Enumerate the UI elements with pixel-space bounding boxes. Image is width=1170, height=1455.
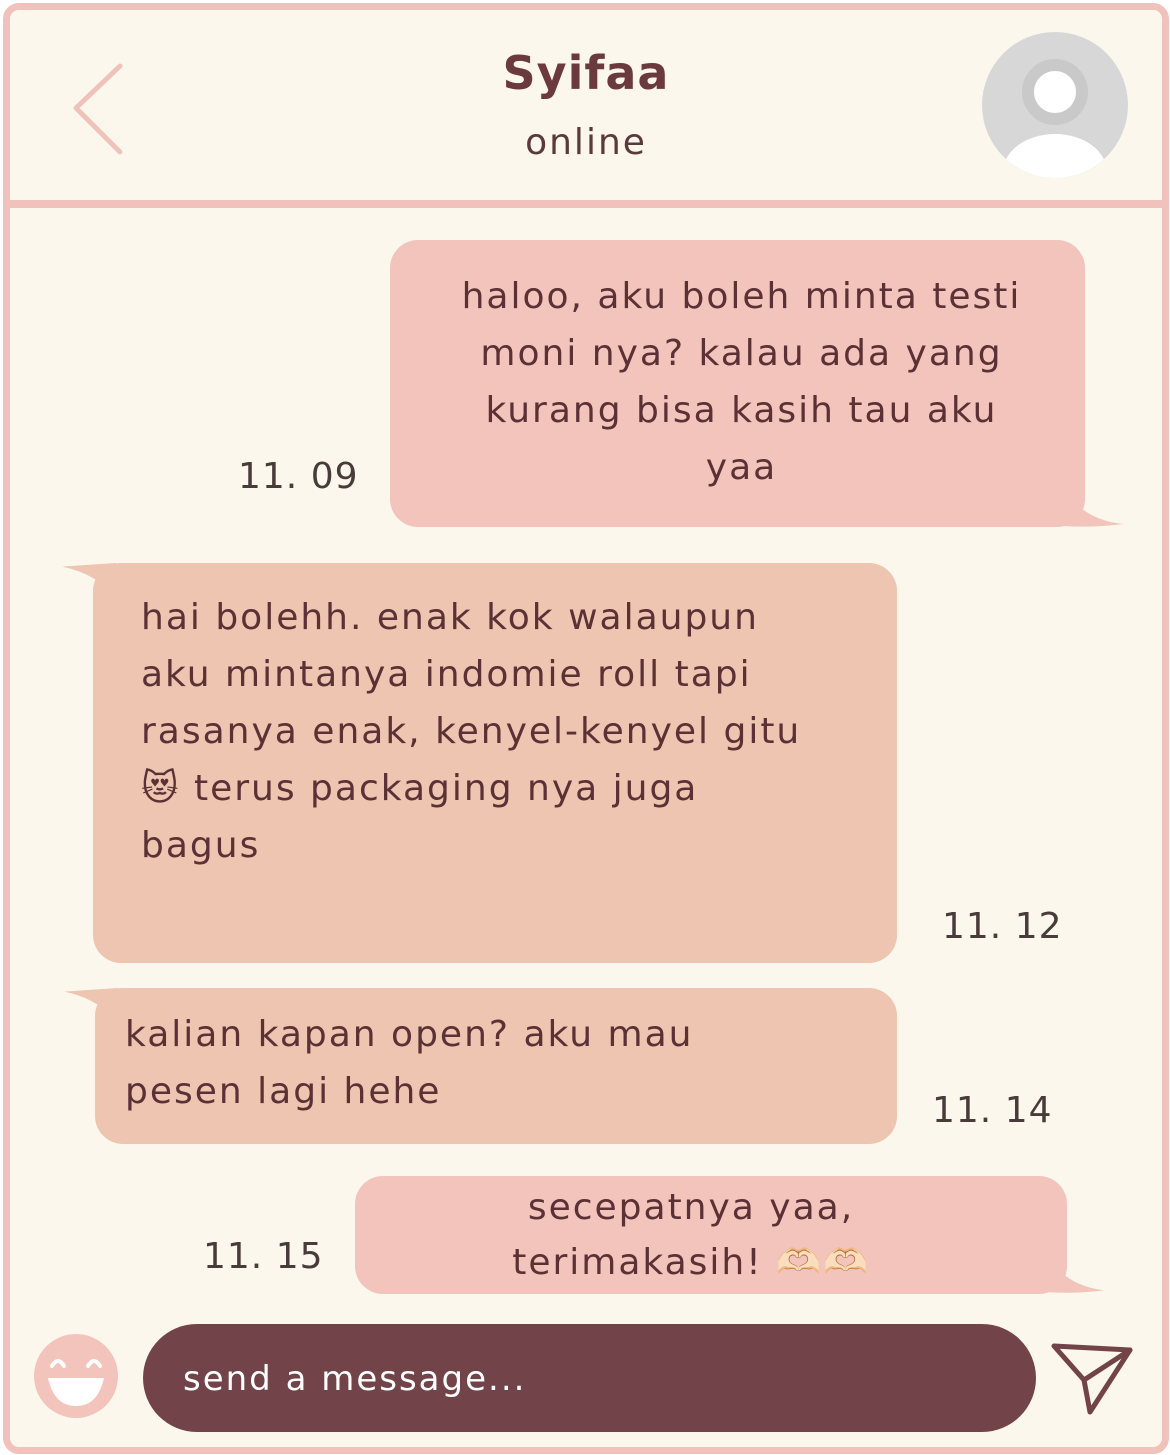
bubble-tail [1047,1256,1105,1293]
message-bubble-incoming[interactable]: hai bolehh. enak kok walaupun aku mintan… [93,563,897,963]
message-text: haloo, aku boleh minta testi moni nya? k… [461,276,1022,488]
message-time: 11. 12 [942,906,1063,947]
bubble-tail [64,988,118,1024]
message-text: kalian kapan open? aku mau pesen lagi he… [125,1014,694,1112]
send-icon[interactable] [1050,1340,1134,1416]
message-composer [143,1324,1036,1432]
message-input[interactable] [181,1352,985,1406]
chat-window: Syifaa online 11. 09 haloo, aku boleh mi… [3,3,1169,1454]
message-time: 11. 14 [932,1090,1053,1131]
message-time: 11. 15 [203,1236,324,1277]
smiley-icon[interactable] [32,1332,120,1420]
avatar-placeholder-icon[interactable] [982,32,1128,178]
bubble-tail [1063,488,1123,527]
message-bubble-outgoing[interactable]: secepatnya yaa, terimakasih! 🫶🏻🫶🏻 [355,1176,1067,1294]
message-text: hai bolehh. enak kok walaupun aku mintan… [141,597,802,866]
message-time: 11. 09 [238,456,359,497]
message-text: secepatnya yaa, terimakasih! 🫶🏻🫶🏻 [512,1187,870,1283]
bubble-tail [62,563,116,599]
chat-header: Syifaa online [10,10,1162,208]
message-bubble-incoming[interactable]: kalian kapan open? aku mau pesen lagi he… [95,988,897,1144]
message-bubble-outgoing[interactable]: haloo, aku boleh minta testi moni nya? k… [390,240,1085,527]
